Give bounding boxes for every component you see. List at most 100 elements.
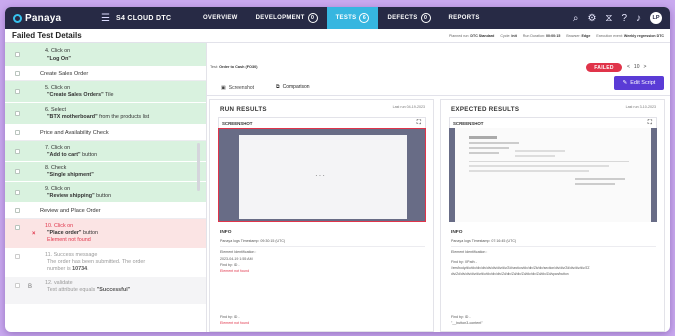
doc-line: [575, 178, 625, 180]
group-title: Create Sales Order: [40, 71, 89, 77]
group-title: Price and Availability Check: [40, 130, 109, 136]
nav-reports[interactable]: REPORTS: [440, 7, 489, 29]
nav-development[interactable]: DEVELOPMENT 0: [247, 7, 327, 29]
step-row-pending[interactable]: 11. Success message The order has been s…: [5, 249, 206, 277]
step-text: "BTX motherboard" from the products list: [47, 114, 149, 120]
step-checkbox[interactable]: [15, 208, 20, 213]
doc-line: [469, 136, 497, 139]
status-badge: FAILED: [586, 63, 622, 72]
screenshot-label: SCREENSHOT: [453, 121, 484, 126]
doc-line: [469, 147, 509, 149]
nav-tests-label: TESTS: [335, 15, 357, 21]
step-target: "Place order": [47, 230, 82, 236]
bell-icon[interactable]: ♪: [636, 13, 641, 24]
expand-icon[interactable]: ⛶: [648, 120, 652, 127]
step-text: "Review shipping" button: [47, 193, 111, 199]
element-identification-label: Element Identification :: [220, 250, 257, 254]
menu-icon[interactable]: ☰: [101, 13, 110, 24]
tab-comparison[interactable]: ⧉ Comparison: [272, 79, 314, 96]
step-row-failed[interactable]: × 10. Click on "Place order" button Elem…: [5, 219, 206, 249]
tab-label: Screenshot: [228, 84, 255, 91]
step-number: 11. Success message: [45, 252, 98, 258]
avatar[interactable]: LP: [650, 12, 662, 24]
step-target: "Review shipping": [47, 193, 95, 199]
app-logo[interactable]: Panaya: [13, 13, 91, 24]
step-group[interactable]: Price and Availability Check: [5, 125, 206, 141]
group-title: Review and Place Order: [40, 208, 101, 214]
nav-defects[interactable]: DEFECTS 0: [378, 7, 439, 29]
nav-overview[interactable]: OVERVIEW: [194, 7, 247, 29]
nav-defects-badge: 0: [420, 13, 431, 23]
edit-script-button[interactable]: ✎ Edit Script: [614, 76, 664, 90]
meta-value: Edge: [581, 34, 591, 38]
steps-scrollbar[interactable]: [197, 143, 200, 191]
step-target: "Add to cart": [47, 152, 81, 158]
expected-results-panel: EXPECTED RESULTS Last run 3-10-2023 SCRE…: [440, 99, 665, 332]
pager-prev[interactable]: <: [627, 64, 630, 70]
panaya-logo-icon: [13, 13, 22, 23]
nav-tests[interactable]: TESTS 6: [326, 7, 379, 29]
step-checkbox[interactable]: [15, 89, 20, 94]
step-suffix: button: [80, 152, 98, 158]
step-row[interactable]: 6. Select "BTX motherboard" from the pro…: [5, 103, 206, 125]
app-window: Panaya ☰ S4 CLOUD DTC OVERVIEW DEVELOPME…: [5, 7, 670, 332]
tab-screenshot[interactable]: ▣ Screenshot: [217, 79, 258, 96]
meta-label: Execution event:: [596, 34, 623, 38]
test-name: Test: Order to Cash (FO30): [210, 65, 258, 69]
meta-planned-run: Planned run: DTC Standard: [449, 34, 494, 38]
settings-icon[interactable]: ⚙: [587, 13, 596, 24]
step-row[interactable]: 9. Click on "Review shipping" button: [5, 182, 206, 203]
step-checkbox[interactable]: [15, 71, 20, 76]
step-text: "Create Sales Orders" Tile: [47, 92, 114, 98]
step-checkbox[interactable]: [15, 130, 20, 135]
step-checkbox[interactable]: [15, 111, 20, 116]
expand-icon[interactable]: ⛶: [417, 120, 421, 127]
step-row[interactable]: 8. Check "Single shipment": [5, 162, 206, 182]
project-name[interactable]: S4 CLOUD DTC: [116, 15, 176, 22]
run-screenshot[interactable]: ···: [218, 128, 426, 222]
meta-cycle: Cycle: Init: [500, 34, 516, 38]
step-text-pre: number is: [47, 266, 73, 272]
step-checkbox[interactable]: [15, 52, 20, 57]
step-target: "Log On": [47, 56, 71, 62]
step-checkbox[interactable]: [15, 283, 20, 288]
step-number: 5. Click on: [45, 85, 71, 91]
help-icon[interactable]: ?: [621, 13, 627, 24]
test-label: Test:: [210, 65, 219, 69]
image-icon: ▣: [221, 84, 226, 91]
expected-screenshot[interactable]: [449, 128, 657, 222]
step-row[interactable]: 5. Click on "Create Sales Orders" Tile: [5, 81, 206, 103]
steps-panel: 4. Click on "Log On" Create Sales Order …: [5, 43, 207, 332]
find-by: Find by: ID -: [220, 263, 240, 267]
doc-line: [575, 183, 615, 185]
pager-next[interactable]: >: [643, 64, 646, 70]
doc-rule: [469, 161, 629, 162]
step-row[interactable]: 4. Click on "Log On": [5, 43, 206, 67]
step-suffix: button: [81, 230, 98, 236]
doc-line: [469, 170, 589, 172]
find-by: Find by: ID -: [451, 315, 471, 319]
step-row[interactable]: 7. Click on "Add to cart" button: [5, 141, 206, 162]
step-row-pending[interactable]: B 12. validate Text attribute equals "Su…: [5, 277, 206, 305]
step-text: "Add to cart" button: [47, 152, 97, 158]
xpath-value: div/Zd/div/div/div/div/div/div/div/div/Z…: [451, 272, 569, 276]
step-group[interactable]: Review and Place Order: [5, 203, 206, 219]
step-suffix: from the products list: [97, 114, 150, 120]
screenshot-label: SCREENSHOT: [222, 121, 253, 126]
step-group[interactable]: Create Sales Order: [5, 67, 206, 81]
step-checkbox[interactable]: [15, 190, 20, 195]
step-checkbox[interactable]: [15, 254, 20, 259]
meta-duration: Run Duration: 00:00:15: [523, 34, 561, 38]
hourglass-icon[interactable]: ⧖: [605, 13, 612, 24]
meta-browser: Browser: Edge: [566, 34, 590, 38]
step-checkbox[interactable]: [15, 149, 20, 154]
search-icon[interactable]: ⌕: [573, 13, 579, 24]
nav-development-label: DEVELOPMENT: [255, 15, 305, 21]
info-timestamp: Panaya logs Timestamp: 09:30:15 (UTC): [220, 239, 286, 243]
step-suffix: button: [94, 193, 112, 199]
detail-tabs: ▣ Screenshot ⧉ Comparison: [217, 79, 314, 96]
step-checkbox[interactable]: [15, 169, 20, 174]
run-meta: Planned run: DTC Standard Cycle: Init Ru…: [449, 29, 664, 43]
step-checkbox[interactable]: [15, 225, 20, 230]
xpath-value: //em/body/div/div/div/div/div/div/div/di…: [451, 266, 590, 270]
